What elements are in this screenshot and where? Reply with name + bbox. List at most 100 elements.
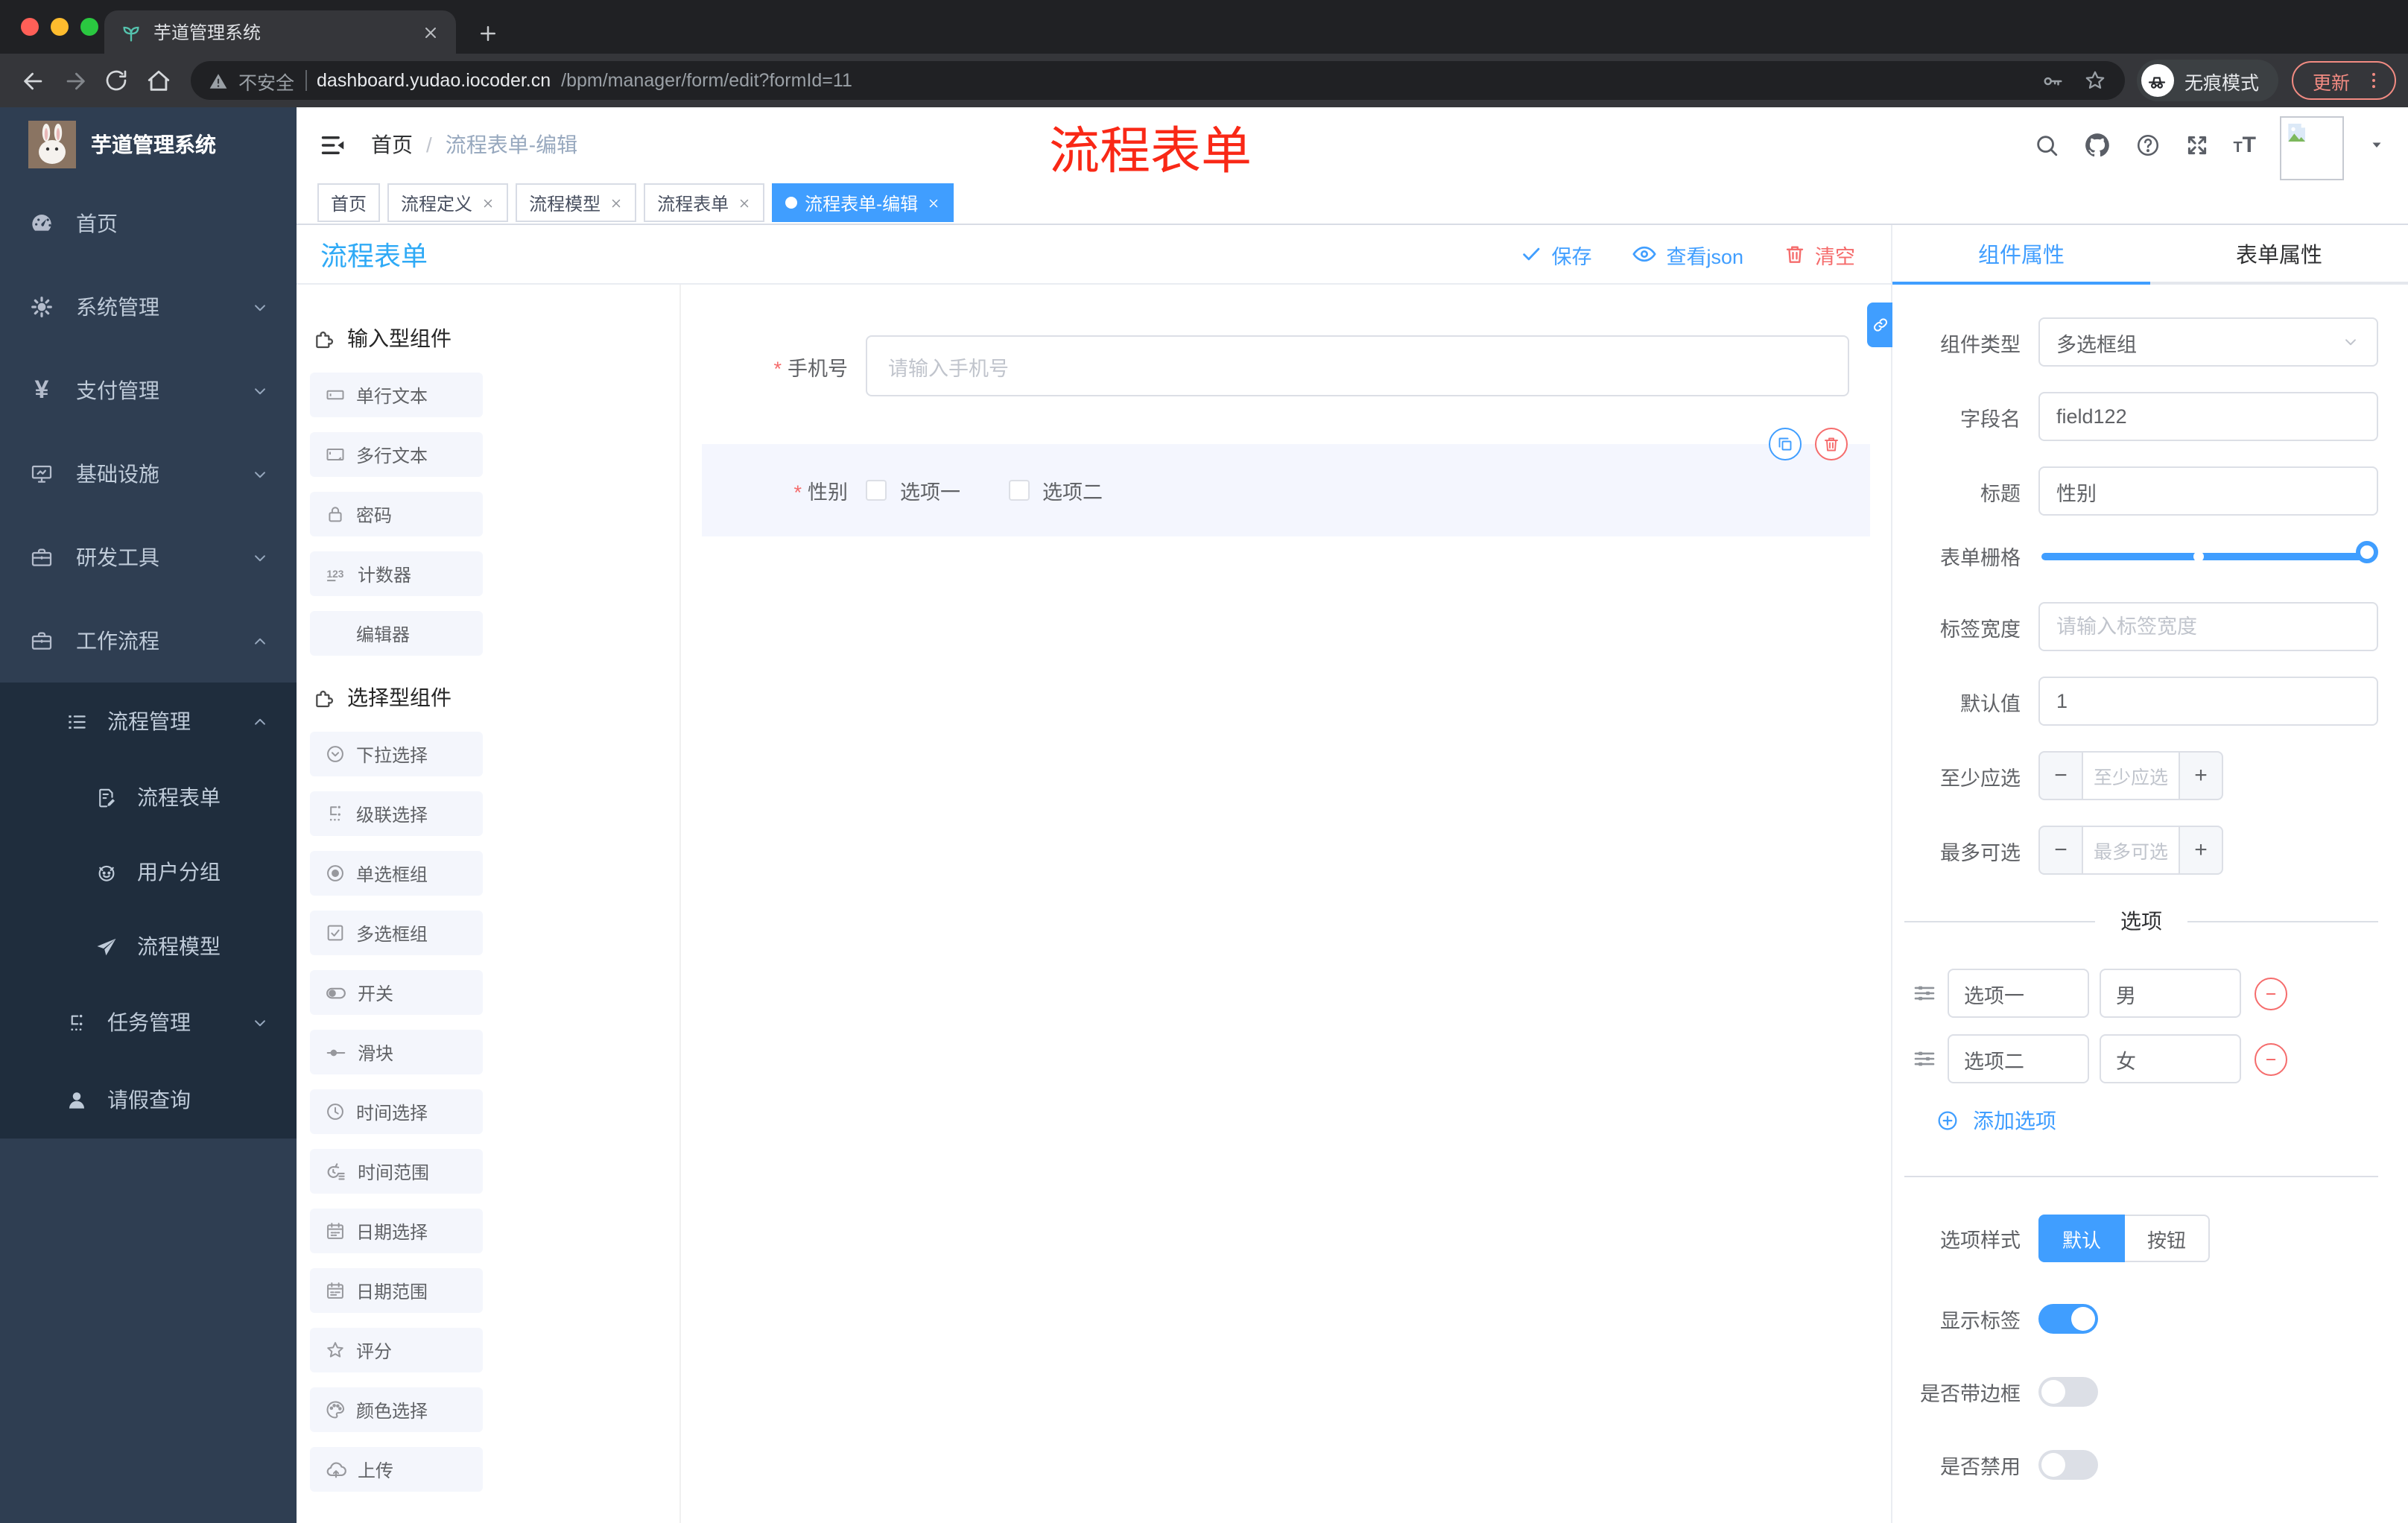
sidebar-item-system[interactable]: 系统管理: [0, 265, 297, 349]
sidebar-item-task-mgmt[interactable]: 任务管理: [0, 984, 297, 1061]
component-multi-text[interactable]: 多行文本: [310, 432, 483, 477]
sidebar-item-workflow[interactable]: 工作流程: [0, 599, 297, 683]
gender-option-1[interactable]: 选项一: [866, 475, 960, 505]
copy-component-button[interactable]: [1769, 428, 1802, 460]
option-label-input[interactable]: [1948, 969, 2089, 1018]
slider-handle[interactable]: [2356, 540, 2378, 563]
checkbox[interactable]: [866, 480, 887, 501]
key-icon[interactable]: [2041, 69, 2064, 92]
sidebar-item-process-form[interactable]: 流程表单: [0, 760, 297, 835]
avatar-caret-down-icon[interactable]: [2368, 136, 2386, 153]
component-password[interactable]: 密码: [310, 492, 483, 536]
sidebar-item-payment[interactable]: ¥ 支付管理: [0, 349, 297, 432]
github-icon[interactable]: [2082, 130, 2111, 159]
tag-process-definition[interactable]: 流程定义: [387, 183, 509, 222]
option-value-input[interactable]: [2100, 969, 2241, 1018]
grid-slider[interactable]: [2041, 540, 2378, 563]
component-rate[interactable]: 评分: [310, 1328, 483, 1372]
stepper-minus-button[interactable]: −: [2040, 827, 2082, 873]
component-counter[interactable]: 计数器: [310, 551, 483, 596]
sidebar-item-process-mgmt[interactable]: 流程管理: [0, 683, 297, 760]
style-button-button[interactable]: 按钮: [2125, 1215, 2211, 1262]
checkbox[interactable]: [1008, 480, 1029, 501]
component-date-range[interactable]: 日期范围: [310, 1268, 483, 1313]
component-cascader[interactable]: 级联选择: [310, 791, 483, 836]
component-single-text[interactable]: 单行文本: [310, 373, 483, 417]
fullscreen-icon[interactable]: [2184, 132, 2209, 157]
back-icon[interactable]: [12, 60, 54, 101]
new-tab-button[interactable]: [477, 22, 499, 45]
home-icon[interactable]: [137, 60, 179, 101]
stepper-value[interactable]: 至少应选: [2082, 753, 2180, 799]
bookmark-star-icon[interactable]: [2083, 69, 2107, 92]
style-default-button[interactable]: 默认: [2038, 1215, 2126, 1262]
help-icon[interactable]: [2135, 132, 2160, 157]
tab-close-icon[interactable]: [422, 23, 440, 41]
breadcrumb-home[interactable]: 首页: [371, 130, 413, 159]
clear-button[interactable]: 清空: [1784, 239, 1855, 269]
save-button[interactable]: 保存: [1520, 239, 1591, 269]
comp-type-select[interactable]: 多选框组: [2038, 317, 2378, 367]
tag-process-form[interactable]: 流程表单: [644, 183, 765, 222]
drag-handle-icon[interactable]: [1912, 1046, 1937, 1071]
tag-home[interactable]: 首页: [317, 183, 381, 222]
sidebar-item-process-model[interactable]: 流程模型: [0, 909, 297, 984]
field-phone[interactable]: 手机号 请输入手机号: [702, 335, 1849, 396]
stepper-plus-button[interactable]: +: [2180, 827, 2222, 873]
tag-close-icon[interactable]: [927, 196, 940, 209]
browser-update-button[interactable]: 更新: [2291, 61, 2396, 100]
component-time-picker[interactable]: 时间选择: [310, 1089, 483, 1134]
tag-close-icon[interactable]: [738, 196, 751, 209]
phone-input[interactable]: 请输入手机号: [866, 335, 1849, 396]
component-editor[interactable]: 编辑器: [310, 611, 483, 656]
component-color-picker[interactable]: 颜色选择: [310, 1387, 483, 1432]
link-tab[interactable]: [1867, 303, 1892, 347]
close-window-button[interactable]: [21, 18, 39, 36]
option-value-input[interactable]: [2100, 1034, 2241, 1083]
disabled-switch[interactable]: [2038, 1450, 2098, 1480]
view-json-button[interactable]: 查看json: [1632, 239, 1743, 269]
reload-icon[interactable]: [95, 60, 137, 101]
font-size-icon[interactable]: TT: [2233, 132, 2256, 157]
minimize-window-button[interactable]: [51, 18, 69, 36]
sidebar-logo[interactable]: 芋道管理系统: [0, 107, 297, 182]
sidebar-fold-icon[interactable]: [319, 130, 347, 159]
title-input[interactable]: [2038, 466, 2378, 516]
zoom-window-button[interactable]: [80, 18, 98, 36]
add-option-button[interactable]: 添加选项: [1936, 1106, 2378, 1136]
search-icon[interactable]: [2033, 132, 2059, 157]
tab-form-props[interactable]: 表单属性: [2150, 225, 2408, 282]
avatar[interactable]: [2280, 115, 2344, 180]
sidebar-item-user-group[interactable]: 用户分组: [0, 835, 297, 909]
component-upload[interactable]: 上传: [310, 1447, 483, 1492]
tag-close-icon[interactable]: [481, 196, 495, 209]
sidebar-item-infra[interactable]: 基础设施: [0, 432, 297, 516]
stepper-minus-button[interactable]: −: [2040, 753, 2082, 799]
stepper-value[interactable]: 最多可选: [2082, 827, 2180, 873]
sidebar-item-home[interactable]: 首页: [0, 182, 297, 265]
browser-tab[interactable]: 芋道管理系统: [104, 10, 456, 54]
remove-option-button[interactable]: [2255, 977, 2287, 1010]
field-name-input[interactable]: [2038, 392, 2378, 441]
forward-icon[interactable]: [54, 60, 95, 101]
stepper-plus-button[interactable]: +: [2180, 753, 2222, 799]
form-canvas[interactable]: 手机号 请输入手机号: [681, 285, 1891, 1523]
tag-process-form-edit[interactable]: 流程表单-编辑: [772, 183, 954, 222]
show-label-switch[interactable]: [2038, 1304, 2098, 1334]
gender-option-2[interactable]: 选项二: [1008, 475, 1103, 505]
drag-handle-icon[interactable]: [1912, 981, 1937, 1006]
border-switch[interactable]: [2038, 1377, 2098, 1407]
component-time-range[interactable]: 时间范围: [310, 1149, 483, 1194]
sidebar-item-leave-query[interactable]: 请假查询: [0, 1061, 297, 1139]
selected-component-gender[interactable]: 性别 选项一 选项二: [702, 428, 1870, 536]
option-label-input[interactable]: [1948, 1034, 2089, 1083]
remove-option-button[interactable]: [2255, 1042, 2287, 1075]
component-dropdown[interactable]: 下拉选择: [310, 732, 483, 776]
sidebar-item-devtools[interactable]: 研发工具: [0, 516, 297, 599]
component-date-picker[interactable]: 日期选择: [310, 1209, 483, 1253]
component-switch[interactable]: 开关: [310, 970, 483, 1015]
component-checkbox-group[interactable]: 多选框组: [310, 911, 483, 955]
browser-menu-dots-icon[interactable]: [2363, 70, 2384, 91]
default-value-input[interactable]: [2038, 677, 2378, 726]
label-width-input[interactable]: [2038, 602, 2378, 651]
